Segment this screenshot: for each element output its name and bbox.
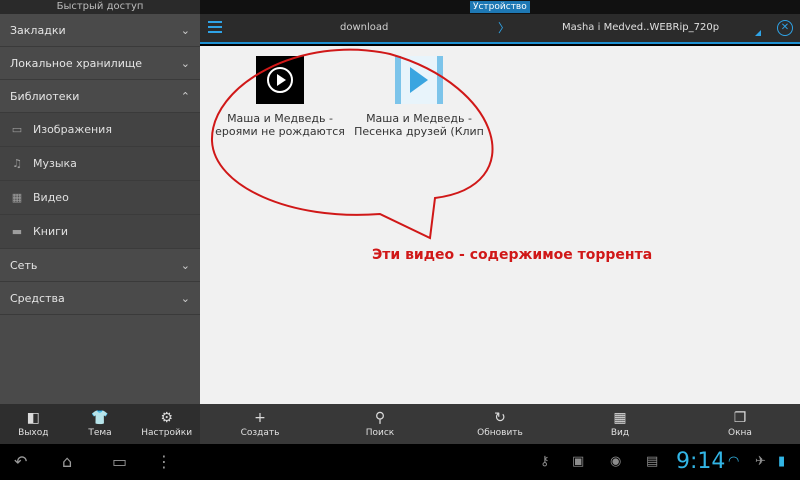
sidebar-item-music[interactable]: ♫ Музыка	[0, 147, 200, 181]
windows-button[interactable]: ❐ Окна	[680, 404, 800, 444]
breadcrumb-segment[interactable]: download	[340, 22, 388, 33]
sidebar-item-books[interactable]: ▬ Книги	[0, 215, 200, 249]
top-strip: Устройство	[200, 0, 800, 14]
exit-button[interactable]: ◧ Выход	[0, 404, 67, 444]
exit-icon: ◧	[26, 410, 40, 426]
view-label: Вид	[610, 428, 630, 438]
back-icon[interactable]: ↶	[14, 452, 27, 471]
sidebar-section-network[interactable]: Сеть ⌄	[0, 249, 200, 282]
refresh-label: Обновить	[477, 428, 523, 438]
device-label[interactable]: Устройство	[470, 1, 530, 13]
exit-label: Выход	[18, 428, 49, 438]
sidebar-section-label: Локальное хранилище	[10, 56, 142, 70]
sidebar-title: Быстрый доступ	[0, 0, 200, 14]
create-label: Создать	[240, 428, 280, 438]
chevron-down-icon: ⌄	[180, 56, 190, 70]
theme-label: Тема	[88, 428, 112, 438]
grid-icon: ▦	[613, 410, 627, 426]
path-bar: download 〉 Masha i Medved..WEBRip_720p ✕	[200, 14, 800, 44]
sidebar-item-label: Изображения	[33, 123, 112, 136]
more-icon[interactable]: ⋮	[156, 452, 172, 471]
sidebar-section-label: Библиотеки	[10, 89, 80, 103]
create-button[interactable]: + Создать	[200, 404, 320, 444]
chevron-down-icon: ⌄	[180, 291, 190, 305]
app-notification-icon: ◉	[610, 454, 622, 469]
refresh-button[interactable]: ↻ Обновить	[440, 404, 560, 444]
sidebar-item-label: Видео	[33, 191, 69, 204]
sidebar: Быстрый доступ Закладки ⌄ Локальное хран…	[0, 0, 200, 404]
breadcrumb-separator-icon: 〉	[498, 21, 511, 35]
battery-icon: ▮	[778, 454, 786, 469]
sidebar-section-label: Сеть	[10, 258, 38, 272]
image-icon: ▭	[11, 122, 23, 136]
file-grid: Маша и Медведь - ероями не рождаются Маш…	[200, 46, 800, 404]
sidebar-section-label: Закладки	[10, 23, 66, 37]
usb-icon: ⚷	[540, 454, 550, 469]
chevron-down-icon: ⌄	[180, 258, 190, 272]
windows-label: Окна	[728, 428, 752, 438]
main-toolbar: + Создать ⚲ Поиск ↻ Обновить ▦ Вид ❐ Окн…	[200, 404, 800, 444]
windows-icon: ❐	[733, 410, 747, 426]
sidebar-item-images[interactable]: ▭ Изображения	[0, 113, 200, 147]
close-icon[interactable]: ✕	[777, 20, 793, 36]
airplane-icon: ✈	[755, 454, 766, 469]
sidebar-section-libraries[interactable]: Библиотеки ⌃	[0, 80, 200, 113]
search-icon: ⚲	[374, 410, 386, 426]
settings-label: Настройки	[141, 428, 193, 438]
wifi-icon: ◠	[728, 454, 740, 469]
settings-button[interactable]: ⚙ Настройки	[133, 404, 200, 444]
video-icon: ▦	[11, 190, 23, 204]
chevron-up-icon: ⌃	[180, 89, 190, 103]
annotation-callout	[210, 48, 494, 240]
sidebar-item-label: Музыка	[33, 157, 77, 170]
sidebar-section-bookmarks[interactable]: Закладки ⌄	[0, 14, 200, 47]
theme-icon: 👕	[91, 410, 109, 426]
briefcase-icon: ▤	[646, 454, 659, 469]
annotation-text: Эти видео - содержимое торрента	[372, 247, 653, 263]
book-icon: ▬	[11, 224, 23, 238]
image-notification-icon: ▣	[572, 454, 585, 469]
sidebar-section-local-storage[interactable]: Локальное хранилище ⌄	[0, 47, 200, 80]
recent-apps-icon[interactable]: ▭	[112, 452, 127, 471]
breadcrumb-segment-current[interactable]: Masha i Medved..WEBRip_720p	[562, 22, 719, 33]
clock: 9:14	[676, 449, 726, 474]
sidebar-item-label: Книги	[33, 225, 69, 238]
sidebar-toolbar: ◧ Выход 👕 Тема ⚙ Настройки	[0, 404, 200, 444]
sidebar-item-video[interactable]: ▦ Видео	[0, 181, 200, 215]
sidebar-section-label: Средства	[10, 291, 65, 305]
sidebar-section-tools[interactable]: Средства ⌄	[0, 282, 200, 315]
system-bar: ↶ ⌂ ▭ ⋮ ⚷ ▣ ◉ ▤ 9:14 ◠ ✈ ▮	[0, 444, 800, 480]
chevron-down-icon: ⌄	[180, 23, 190, 37]
settings-icon: ⚙	[160, 410, 173, 426]
plus-icon: +	[254, 410, 266, 426]
search-button[interactable]: ⚲ Поиск	[320, 404, 440, 444]
music-icon: ♫	[12, 156, 22, 170]
refresh-icon: ↻	[494, 410, 506, 426]
view-button[interactable]: ▦ Вид	[560, 404, 680, 444]
menu-icon[interactable]	[208, 21, 222, 33]
dropdown-corner-icon[interactable]	[755, 30, 761, 36]
theme-button[interactable]: 👕 Тема	[67, 404, 134, 444]
search-label: Поиск	[365, 428, 395, 438]
home-icon[interactable]: ⌂	[62, 452, 72, 471]
